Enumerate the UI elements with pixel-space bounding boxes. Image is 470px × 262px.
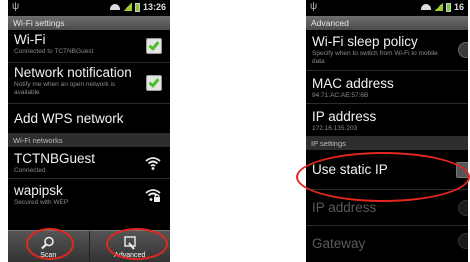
status-bar: ψ 13:26 (8, 0, 170, 16)
check-icon (148, 39, 160, 51)
mac-address-value: 94:71:AC:AE:57:6B (312, 92, 369, 99)
scan-label: Scan (40, 252, 57, 259)
gateway-label: Gateway (312, 236, 366, 251)
page-title: Wi-Fi settings (8, 16, 170, 30)
add-wps-network-label: Add WPS network (14, 111, 124, 126)
use-static-ip-label: Use static IP (312, 162, 388, 177)
chevron-icon (458, 233, 468, 249)
signal-icon (122, 3, 132, 11)
signal-icon (433, 3, 443, 11)
status-time: 13:26 (142, 2, 166, 12)
network-item-wapipsk[interactable]: wapipsk Secured with WEP (8, 179, 170, 211)
advanced-settings-icon (124, 236, 136, 250)
wifi-sleep-policy-row[interactable]: Wi-Fi sleep policy Specify when to switc… (306, 30, 468, 71)
chevron-down-icon[interactable] (458, 42, 468, 58)
battery-icon (134, 2, 140, 12)
wifi-sleep-policy-label: Wi-Fi sleep policy (312, 34, 418, 49)
network-notification-summary: Notify me when an open network is availa… (14, 81, 116, 96)
ip-address-value: 172.16.135.203 (312, 125, 358, 132)
wifi-signal-icon (145, 156, 161, 170)
battery-icon (445, 2, 451, 12)
wifi-checkbox[interactable] (146, 38, 162, 54)
check-icon (148, 76, 160, 88)
advanced-label: Advanced (114, 252, 146, 259)
wifi-secured-icon (145, 189, 161, 202)
chevron-icon (458, 199, 468, 216)
mac-address-label: MAC address (312, 76, 394, 91)
ip-address-row: IP address 172.16.135.203 (306, 104, 468, 137)
wifi-status-icon (109, 4, 120, 10)
page-title: Advanced (306, 16, 468, 30)
usb-icon: ψ (12, 1, 20, 12)
scan-search-icon (41, 236, 55, 250)
wifi-toggle-row[interactable]: Wi-Fi Connected to TCTNBGuest (8, 30, 170, 63)
gateway-row: Gateway (306, 226, 468, 256)
status-bar: ψ 16 (306, 0, 468, 16)
use-static-ip-row[interactable]: Use static IP (306, 150, 468, 190)
static-ip-address-label: IP address (312, 200, 377, 215)
advanced-settings-screen: ψ 16 Advanced Wi-Fi sleep policy Specify… (306, 0, 468, 262)
static-ip-address-row: IP address (306, 190, 468, 226)
wifi-settings-screen: ψ 13:26 Wi-Fi settings Wi-Fi Connected t… (8, 0, 170, 262)
options-menu: Scan Advanced (8, 230, 170, 262)
ip-address-label: IP address (312, 109, 377, 124)
use-static-ip-checkbox[interactable] (456, 161, 468, 178)
wifi-sleep-policy-summary: Specify when to switch from Wi-Fi to mob… (312, 50, 438, 65)
usb-icon: ψ (310, 1, 318, 12)
mac-address-row: MAC address 94:71:AC:AE:57:6B (306, 71, 468, 104)
advanced-button[interactable]: Advanced (90, 231, 171, 262)
add-wps-network-row[interactable]: Add WPS network (8, 104, 170, 134)
status-time: 16 (453, 2, 464, 12)
network-notification-row[interactable]: Network notification Notify me when an o… (8, 63, 170, 104)
ip-settings-header: IP settings (306, 137, 468, 150)
scan-button[interactable]: Scan (8, 231, 90, 262)
wifi-status-icon (420, 4, 431, 10)
network-item-tctnbguest[interactable]: TCTNBGuest Connected (8, 147, 170, 179)
network-notification-checkbox[interactable] (146, 75, 162, 91)
wifi-networks-header: Wi-Fi networks (8, 134, 170, 147)
